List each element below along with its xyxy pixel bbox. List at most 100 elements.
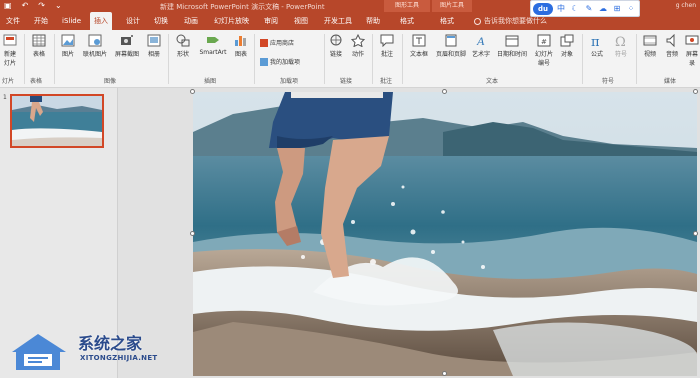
du-logo-icon[interactable]: du [533, 2, 553, 15]
chart-icon [235, 36, 246, 46]
smartart-icon [207, 37, 219, 43]
textbox-button[interactable]: 文本框 [406, 34, 432, 58]
tab-home[interactable]: 开始 [30, 12, 52, 30]
tab-format-drawing[interactable]: 格式 [396, 12, 418, 30]
watermark-name: 系统之家 [78, 334, 143, 353]
moon-icon[interactable]: ☾ [569, 3, 581, 15]
chinese-input-toggle[interactable]: 中 [555, 3, 567, 15]
datetime-button[interactable]: 日期和时间 [494, 34, 530, 58]
ribbon-separator [24, 34, 25, 84]
screen-recording-button[interactable]: 屏幕 录 [684, 34, 700, 67]
comment-icon [380, 34, 394, 47]
equation-button[interactable]: π 公式 [586, 34, 608, 58]
tab-view[interactable]: 视图 [290, 12, 312, 30]
svg-text:A: A [476, 34, 485, 47]
object-icon [560, 34, 574, 47]
group-symbols-label: 符号 [602, 78, 615, 85]
ribbon-separator [254, 34, 255, 84]
album-button[interactable]: 相册 [144, 34, 164, 58]
svg-text:Ω: Ω [615, 35, 626, 47]
tab-design[interactable]: 设计 [122, 12, 144, 30]
resize-handle-left[interactable] [190, 231, 195, 236]
ribbon-separator [372, 34, 373, 84]
ribbon-separator [402, 34, 403, 84]
group-media-label: 媒体 [664, 78, 677, 85]
shapes-icon [176, 34, 190, 47]
window-title: 新建 Microsoft PowerPoint 演示文稿 - PowerPoin… [160, 3, 325, 11]
grid-icon[interactable]: ⊞ [611, 3, 623, 15]
link-button[interactable]: 链接 [328, 34, 344, 58]
thumbnail-image [12, 96, 102, 146]
screen-recording-icon [685, 35, 699, 45]
store-button[interactable]: 应用商店 [260, 38, 294, 47]
tab-file[interactable]: 文件 [2, 12, 24, 30]
save-icon[interactable]: ▣ [4, 1, 12, 10]
resize-handle-top[interactable] [442, 89, 447, 94]
slide-thumbnail[interactable] [10, 94, 104, 148]
online-picture-button[interactable]: 联机图片 [80, 34, 110, 58]
slide-picture[interactable] [193, 92, 697, 376]
shapes-button[interactable]: 形状 [172, 34, 194, 58]
group-text-label: 文本 [486, 78, 499, 85]
header-footer-icon [445, 34, 457, 47]
ribbon-separator [168, 34, 169, 84]
screenshot-icon [121, 35, 133, 45]
store-icon [260, 38, 268, 47]
comment-button[interactable]: 批注 [376, 34, 398, 58]
group-slides-label: 灯片 [2, 78, 15, 85]
my-addins-button[interactable]: 我的加载项 [260, 57, 300, 66]
drawing-tools-context: 图形工具 [384, 0, 430, 12]
screenshot-button[interactable]: 屏幕截图 [112, 34, 142, 58]
apps-icon[interactable]: ⁘ [625, 3, 637, 15]
resize-handle-bottom[interactable] [442, 371, 447, 376]
video-icon [643, 35, 657, 46]
video-button[interactable]: 视频 [640, 34, 660, 58]
resize-handle-top-right[interactable] [693, 89, 698, 94]
quick-access-toolbar: ▣ ↶ ↷ ⌄ [4, 1, 62, 10]
group-images-label: 图像 [104, 78, 117, 85]
customize-icon[interactable]: ⌄ [55, 1, 62, 10]
tab-transitions[interactable]: 切换 [150, 12, 172, 30]
picture-button[interactable]: 图片 [58, 34, 78, 58]
pen-icon[interactable]: ✎ [583, 3, 595, 15]
addins-icon [260, 57, 268, 66]
redo-icon[interactable]: ↷ [38, 1, 45, 10]
smartart-button[interactable]: SmartArt [196, 34, 230, 56]
calendar-icon [505, 35, 519, 47]
header-footer-button[interactable]: 页眉和页脚 [434, 34, 468, 58]
tab-review[interactable]: 审阅 [260, 12, 282, 30]
new-slide-button[interactable]: 新建 灯片 [0, 34, 20, 67]
picture-tools-context: 图片工具 [432, 0, 472, 12]
house-logo-icon [12, 334, 66, 370]
resize-handle-right[interactable] [693, 231, 698, 236]
tab-developer[interactable]: 开发工具 [320, 12, 356, 30]
group-illustrations-label: 插图 [204, 78, 217, 85]
table-button[interactable]: 表格 [28, 34, 50, 58]
tab-insert[interactable]: 插入 [90, 12, 112, 30]
wordart-button[interactable]: A 艺术字 [470, 34, 492, 58]
undo-icon[interactable]: ↶ [22, 1, 29, 10]
slide-number-button[interactable]: # 幻灯片 编号 [532, 34, 556, 67]
resize-handle-top-left[interactable] [190, 89, 195, 94]
tab-animations[interactable]: 动画 [180, 12, 202, 30]
audio-button[interactable]: 音频 [662, 34, 682, 58]
chart-button[interactable]: 图表 [232, 34, 250, 58]
tab-slideshow[interactable]: 幻灯片放映 [210, 12, 253, 30]
object-button[interactable]: 对象 [558, 34, 576, 58]
tab-help[interactable]: 帮助 [362, 12, 384, 30]
ribbon-separator [54, 34, 55, 84]
ribbon-separator [582, 34, 583, 84]
cloud-icon[interactable]: ☁ [597, 3, 609, 15]
ribbon-separator [324, 34, 325, 84]
tell-me-search[interactable]: 告诉我你想要做什么 [474, 16, 547, 26]
tab-islide[interactable]: iSlide [58, 12, 85, 30]
floating-ime-toolbar: du 中 ☾ ✎ ☁ ⊞ ⁘ [530, 0, 640, 17]
group-links-label: 链接 [340, 78, 353, 85]
tab-format-picture[interactable]: 格式 [436, 12, 458, 30]
table-icon [32, 34, 46, 47]
action-star-icon [351, 34, 365, 47]
user-name[interactable]: g chen [676, 2, 696, 9]
action-button[interactable]: 动作 [348, 34, 368, 58]
link-globe-icon [330, 34, 342, 46]
symbol-button[interactable]: Ω 符号 [610, 34, 632, 58]
